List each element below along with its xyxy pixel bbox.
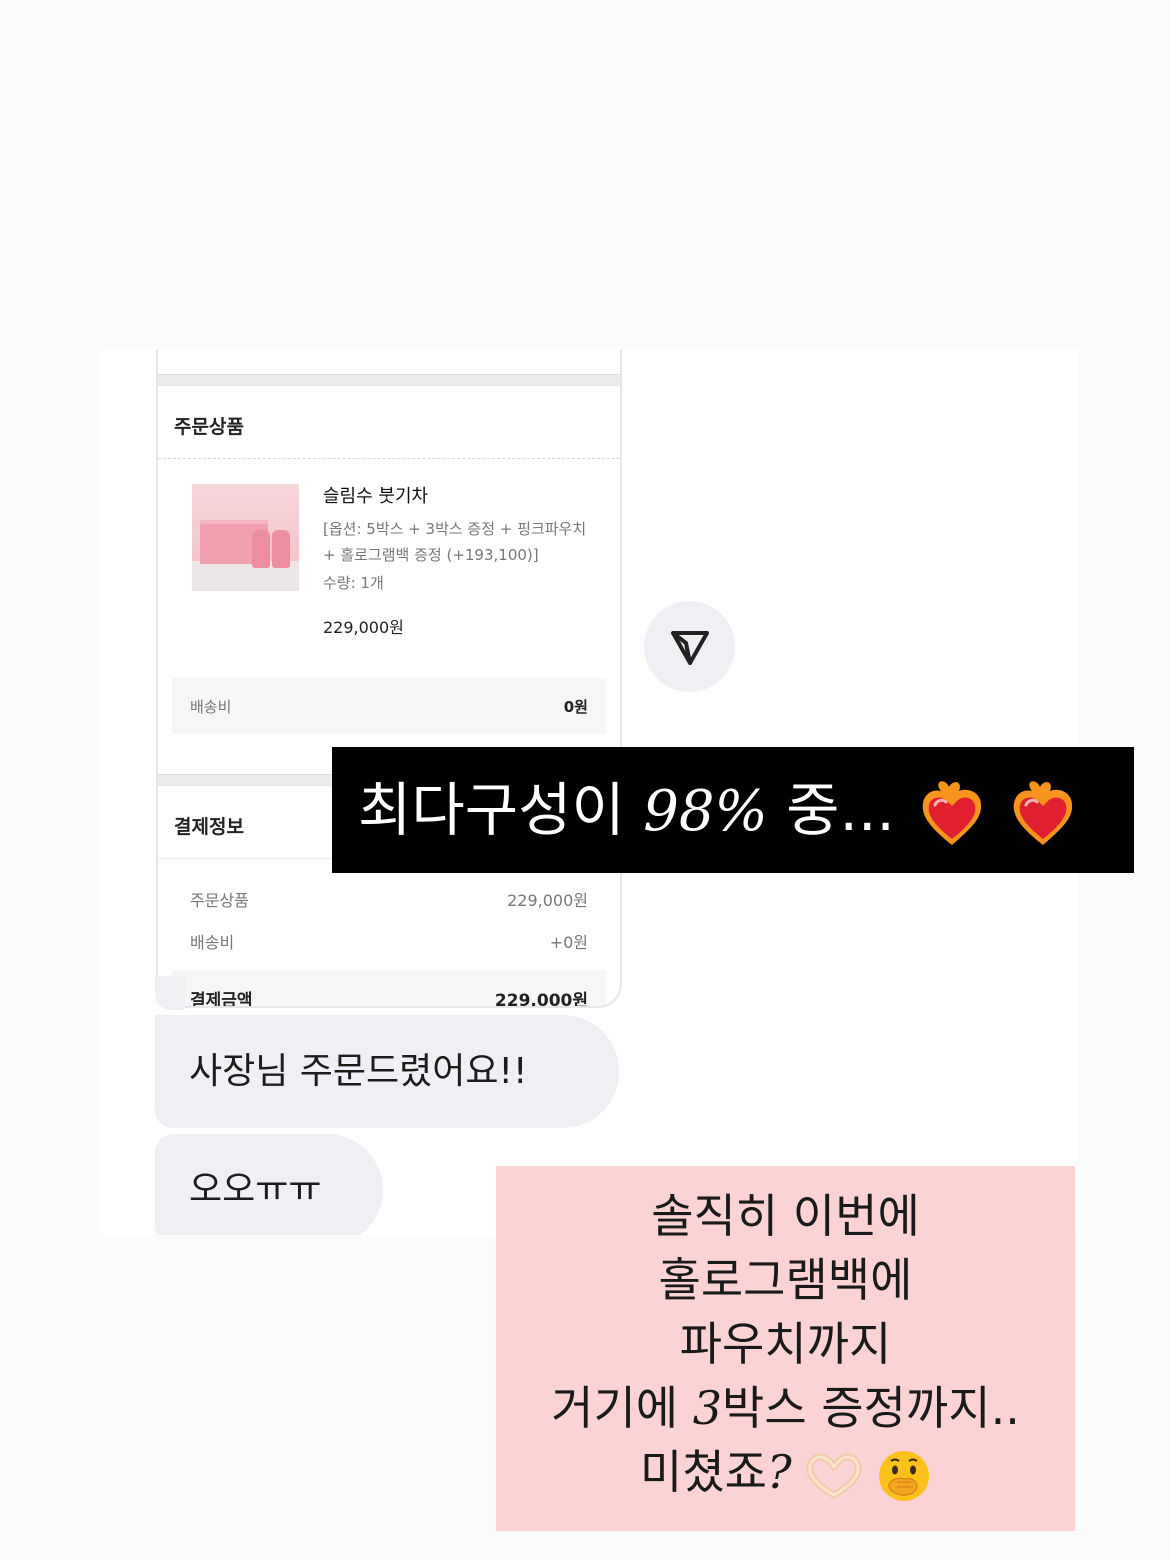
product-option-line2: + 홀로그램백 증정 (+193,100)] (323, 546, 539, 564)
product-quantity: 수량: 1개 (323, 574, 384, 592)
caption-line: 미쳤죠? (496, 1440, 1075, 1504)
story-caption-black: 최다구성이 98% 중... (332, 747, 1134, 873)
section-divider (158, 374, 620, 386)
story-caption-pink: 솔직히 이번에 홀로그램백에 파우치까지 거기에 3박스 증정까지.. 미쳤죠? (496, 1166, 1075, 1531)
product-price: 229,000원 (323, 618, 404, 637)
payment-info-title: 결제정보 (174, 816, 244, 838)
send-button[interactable] (644, 601, 735, 692)
caption-number: 3 (692, 1381, 723, 1435)
payment-row-label: 배송비 (190, 933, 235, 952)
shipping-fee-value: 0원 (563, 698, 588, 716)
caption-question-mark: ? (767, 1445, 792, 1499)
payment-row-label: 주문상품 (190, 891, 249, 910)
shipping-fee-row: 배송비 0원 (172, 678, 606, 734)
product-option-line1: [옵션: 5박스 + 3박스 증정 + 핑크파우치 (323, 520, 587, 538)
chat-message[interactable]: 사장님 주문드렸어요!! (155, 1015, 619, 1128)
payment-row-value: 229,000원 (507, 891, 588, 910)
caption-text: 중... (767, 776, 895, 844)
caption-text: 거기에 (551, 1381, 693, 1435)
heart-on-fire-icon (1013, 781, 1072, 845)
shipping-fee-label: 배송비 (190, 698, 232, 716)
send-arrow-icon (670, 630, 709, 665)
order-receipt-card: 주문상품 슬림수 붓기차 [옵션: 5박스 + 3박스 증정 + 핑크파우치 +… (156, 350, 622, 1008)
caption-line: 파우치까지 (679, 1317, 892, 1371)
chat-message[interactable]: 오오ㅠㅠ (155, 1134, 383, 1235)
product-name[interactable]: 슬림수 붓기차 (323, 482, 428, 508)
product-thumbnail[interactable] (192, 484, 299, 591)
caption-line: 솔직히 이번에 (651, 1189, 920, 1243)
payment-row-items: 주문상품 229,000원 (190, 887, 588, 911)
face-with-hand-over-mouth-icon (878, 1450, 929, 1501)
caption-text: 미쳤죠 (640, 1445, 768, 1499)
payment-total-value: 229,000원 (494, 991, 588, 1008)
payment-total-row: 결제금액 229,000원 (172, 970, 606, 1008)
caption-line: 홀로그램백에 (658, 1253, 913, 1307)
message-bubble-tail (155, 976, 185, 1010)
payment-total-label: 결제금액 (190, 991, 253, 1008)
caption-text: 최다구성이 (358, 776, 644, 844)
caption-percent: 98% (643, 779, 768, 844)
payment-row-value: +0원 (549, 933, 588, 952)
caption-text: 박스 증정까지.. (722, 1381, 1020, 1435)
heart-hands-icon (806, 1453, 862, 1498)
dashed-divider (158, 458, 620, 459)
payment-row-shipping: 배송비 +0원 (190, 929, 588, 953)
order-items-title: 주문상품 (174, 416, 244, 438)
heart-on-fire-icon (922, 781, 982, 845)
caption-line: 거기에 3박스 증정까지.. (496, 1376, 1075, 1440)
